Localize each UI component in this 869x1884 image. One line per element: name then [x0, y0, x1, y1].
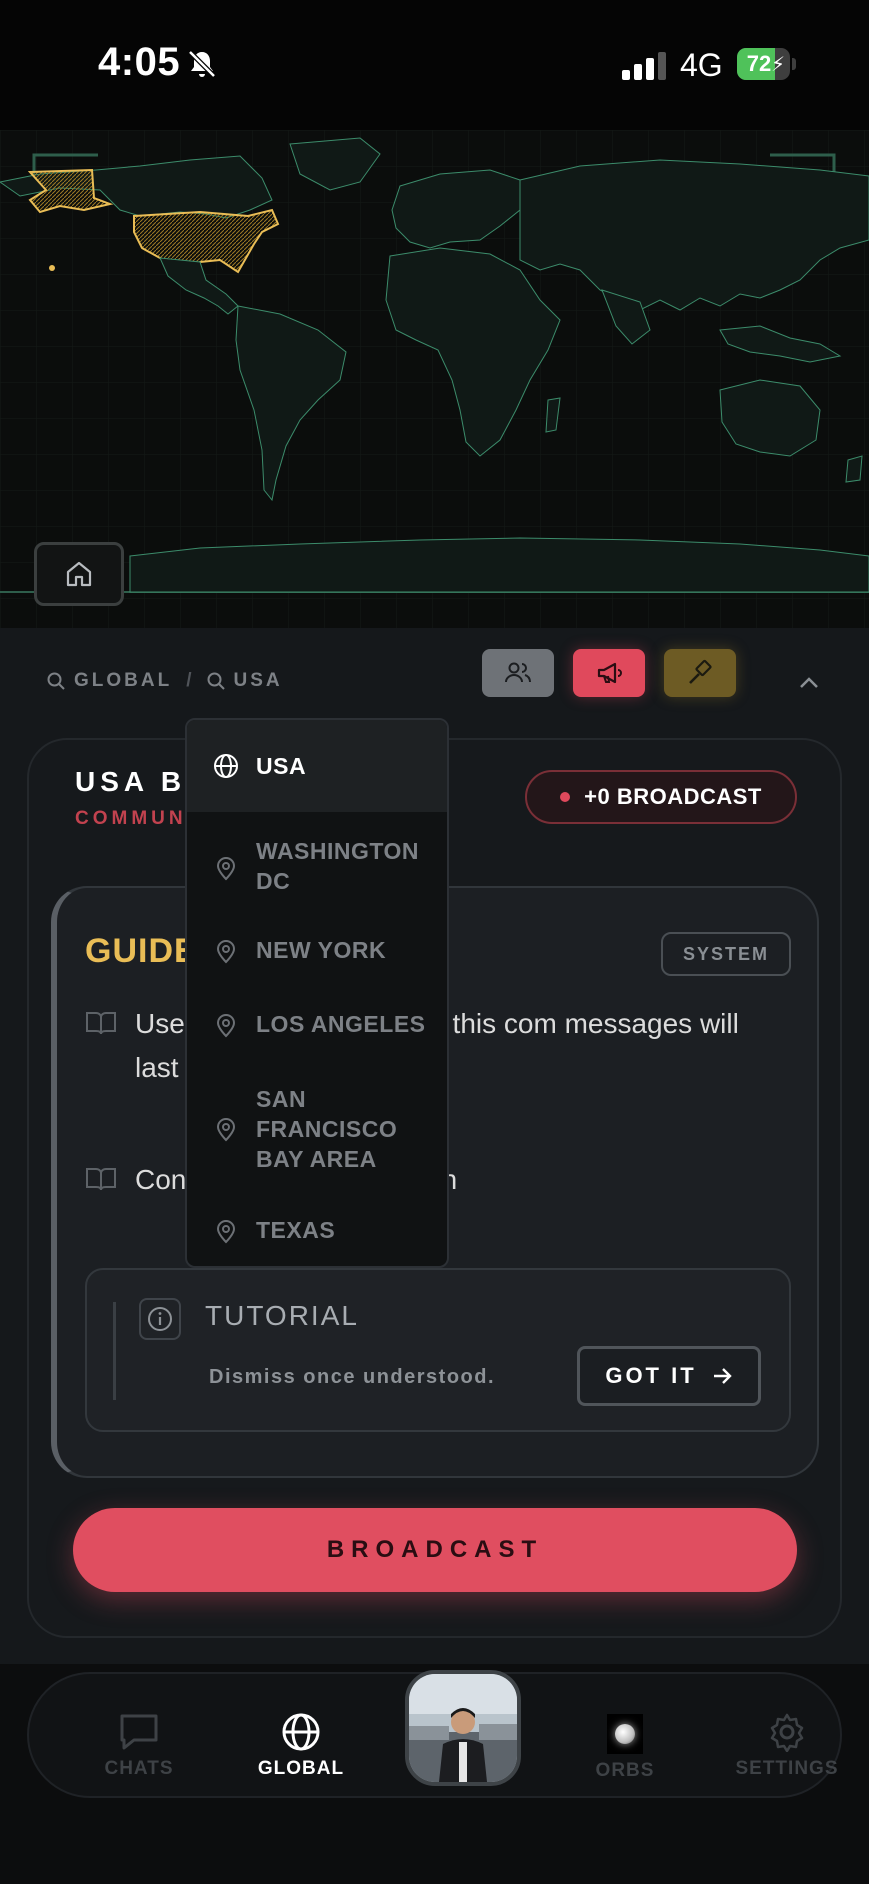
- world-map-canvas[interactable]: [0, 130, 869, 628]
- tutorial-title: TUTORIAL: [205, 1300, 359, 1331]
- globe-icon: [282, 1713, 320, 1751]
- search-icon: [47, 672, 65, 690]
- tab-orbs-label: ORBS: [595, 1760, 655, 1781]
- card-subtitle: COMMUN: [75, 808, 187, 829]
- bottom-navigation: CHATS GLOBAL ORBS SETTINGS: [0, 1664, 869, 1884]
- breadcrumb-global[interactable]: GLOBAL: [46, 670, 172, 692]
- system-badge: SYSTEM: [661, 932, 791, 976]
- dropdown-option-label: LOS ANGELES: [256, 1011, 426, 1037]
- info-icon: [139, 1298, 181, 1340]
- tutorial-text: Dismiss once understood.: [209, 1366, 496, 1388]
- tab-settings-label: SETTINGS: [735, 1758, 839, 1779]
- card-title: USA B: [75, 766, 187, 797]
- broadcast-button[interactable]: BROADCAST: [73, 1508, 797, 1592]
- people-icon: [505, 662, 531, 683]
- globe-icon: [214, 754, 238, 778]
- avatar-button[interactable]: [405, 1670, 521, 1786]
- hammer-icon: [689, 659, 712, 684]
- bell-slash-icon: [188, 50, 216, 78]
- pin-icon: [216, 1014, 236, 1038]
- breadcrumb-global-label: GLOBAL: [74, 670, 173, 691]
- battery-indicator: 72 ⚡: [737, 48, 796, 80]
- pin-icon: [216, 940, 236, 964]
- breadcrumb-usa[interactable]: USA: [206, 670, 283, 692]
- tab-global-label: GLOBAL: [257, 1758, 345, 1779]
- tab-orbs[interactable]: ORBS: [565, 1714, 685, 1782]
- moderation-button[interactable]: [664, 649, 736, 697]
- chevron-up-icon[interactable]: [796, 670, 822, 696]
- tutorial-box: TUTORIAL Dismiss once understood. GOT IT: [85, 1268, 791, 1432]
- status-dot: [560, 792, 571, 802]
- megaphone-icon: [597, 662, 622, 684]
- chat-bubble-icon: [120, 1714, 158, 1750]
- tab-bar: CHATS GLOBAL ORBS SETTINGS: [27, 1670, 842, 1798]
- dropdown-option-label: NEW YORK: [256, 937, 387, 963]
- dropdown-option-label: SAN FRANCISCO BAY AREA: [256, 1086, 398, 1172]
- signal-icon: [622, 52, 666, 80]
- arrow-right-icon: [713, 1368, 732, 1384]
- dropdown-option-new-york[interactable]: NEW YORK: [187, 916, 447, 988]
- dropdown-option-label: TEXAS: [256, 1217, 336, 1243]
- dropdown-option-washington-dc[interactable]: WASHINGTON DC: [187, 812, 447, 916]
- members-button[interactable]: [482, 649, 554, 697]
- tab-global[interactable]: GLOBAL: [241, 1712, 361, 1780]
- broadcast-count-badge[interactable]: +0 BROADCAST: [525, 770, 797, 824]
- tab-settings[interactable]: SETTINGS: [727, 1712, 847, 1780]
- status-time: 4:05: [98, 40, 181, 84]
- home-icon: [66, 561, 92, 587]
- breadcrumb-separator: /: [186, 670, 192, 691]
- book-icon: [86, 1168, 116, 1191]
- breadcrumb-usa-label: USA: [233, 670, 283, 691]
- search-icon: [207, 672, 225, 690]
- tab-chats-label: CHATS: [104, 1758, 174, 1779]
- tab-chats[interactable]: CHATS: [79, 1712, 199, 1780]
- pin-icon: [216, 1220, 236, 1244]
- dropdown-option-usa[interactable]: USA: [187, 720, 447, 812]
- book-icon: [86, 1012, 116, 1035]
- pin-icon: [216, 1118, 236, 1142]
- breadcrumb: GLOBAL / USA: [46, 670, 283, 692]
- world-map[interactable]: [0, 130, 869, 628]
- map-home-button[interactable]: [34, 542, 124, 606]
- dropdown-option-san-francisco[interactable]: SAN FRANCISCO BAY AREA: [187, 1062, 447, 1192]
- got-it-button[interactable]: GOT IT: [577, 1346, 761, 1406]
- avatar: [409, 1674, 517, 1782]
- charging-bolt-icon: ⚡: [771, 54, 786, 76]
- gear-icon: [770, 1713, 804, 1752]
- dropdown-option-label: USA: [256, 753, 307, 779]
- broadcast-count-label: +0 BROADCAST: [584, 784, 762, 809]
- dropdown-option-los-angeles[interactable]: LOS ANGELES: [187, 988, 447, 1062]
- dropdown-option-texas[interactable]: TEXAS: [187, 1192, 447, 1266]
- orb-icon: [607, 1714, 643, 1754]
- guide-title: GUIDE: [85, 932, 198, 970]
- tutorial-accent-bar: [113, 1302, 116, 1400]
- pin-icon: [216, 857, 236, 881]
- network-label: 4G: [680, 47, 723, 83]
- status-bar: 4:05 4G 72 ⚡: [0, 0, 869, 130]
- broadcast-mode-button[interactable]: [573, 649, 645, 697]
- region-dropdown: USA WASHINGTON DC NEW YORK LOS ANGELES S…: [185, 718, 449, 1268]
- dropdown-option-label: WASHINGTON DC: [256, 838, 420, 894]
- got-it-label: GOT IT: [605, 1363, 697, 1388]
